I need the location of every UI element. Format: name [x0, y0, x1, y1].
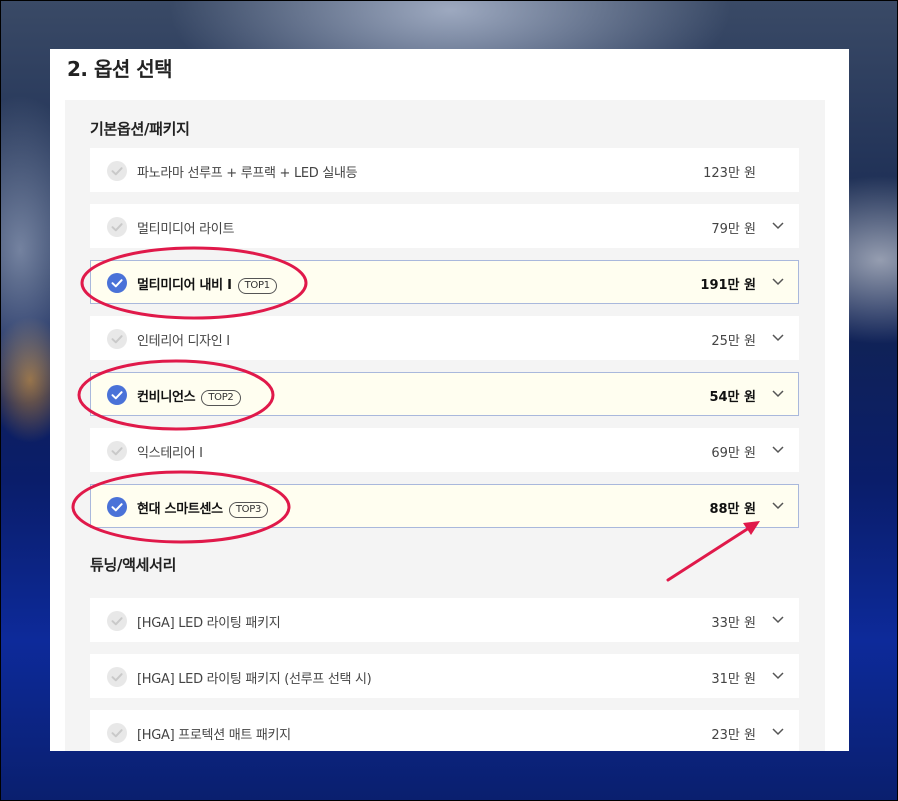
option-price: 33만 원: [711, 616, 756, 631]
option-label: [HGA] LED 라이팅 패키지 (선루프 선택 시): [137, 668, 372, 687]
option-row[interactable]: [HGA] LED 라이팅 패키지 33만 원: [90, 598, 799, 642]
option-label: 인테리어 디자인 I: [137, 330, 230, 349]
option-panel: 2. 옵션 선택 기본옵션/패키지파노라마 선루프 + 루프랙 + LED 실내…: [50, 49, 849, 751]
option-row[interactable]: 인테리어 디자인 I 25만 원: [90, 316, 799, 360]
option-name: [HGA] 프로텍션 매트 패키지: [137, 728, 291, 743]
check-icon[interactable]: [107, 497, 127, 517]
option-label: [HGA] 프로텍션 매트 패키지: [137, 724, 291, 743]
check-icon[interactable]: [107, 329, 127, 349]
option-price: 25만 원: [711, 334, 756, 349]
option-label: 파노라마 선루프 + 루프랙 + LED 실내등: [137, 162, 358, 181]
option-name: 컨비니언스: [137, 390, 196, 405]
check-icon[interactable]: [107, 441, 127, 461]
option-name: [HGA] LED 라이팅 패키지 (선루프 선택 시): [137, 672, 372, 687]
option-row[interactable]: [HGA] LED 라이팅 패키지 (선루프 선택 시) 31만 원: [90, 654, 799, 698]
rank-badge: TOP1: [237, 278, 277, 294]
option-row[interactable]: 익스테리어 I 69만 원: [90, 428, 799, 472]
option-price: 79만 원: [711, 222, 756, 237]
rank-badge: TOP2: [201, 390, 241, 406]
chevron-down-icon[interactable]: [772, 727, 784, 737]
chevron-down-icon[interactable]: [772, 671, 784, 681]
option-label: 익스테리어 I: [137, 442, 203, 461]
option-price: 23만 원: [711, 728, 756, 743]
option-row[interactable]: 현대 스마트센스 TOP3 88만 원: [90, 484, 799, 528]
chevron-down-icon[interactable]: [772, 333, 784, 343]
option-name: 익스테리어 I: [137, 446, 203, 461]
option-price: 31만 원: [711, 672, 756, 687]
option-price: 88만 원: [709, 502, 756, 517]
option-price: 54만 원: [709, 390, 756, 405]
option-name: 멀티미디어 내비 I: [137, 278, 232, 293]
check-icon[interactable]: [107, 273, 127, 293]
group-title: 튜닝/액세서리: [90, 556, 177, 574]
option-name: [HGA] LED 라이팅 패키지: [137, 616, 281, 631]
option-name: 인테리어 디자인 I: [137, 334, 230, 349]
option-price: 123만 원: [703, 166, 756, 181]
section-title: 2. 옵션 선택: [67, 57, 173, 81]
chevron-down-icon[interactable]: [772, 445, 784, 455]
check-icon[interactable]: [107, 161, 127, 181]
check-icon[interactable]: [107, 611, 127, 631]
check-icon[interactable]: [107, 217, 127, 237]
check-icon[interactable]: [107, 723, 127, 743]
option-row[interactable]: 멀티미디어 내비 I TOP1 191만 원: [90, 260, 799, 304]
option-label: [HGA] LED 라이팅 패키지: [137, 612, 281, 631]
option-row[interactable]: [HGA] 프로텍션 매트 패키지 23만 원: [90, 710, 799, 751]
option-label: 멀티미디어 내비 I TOP1: [137, 274, 277, 294]
option-name: 현대 스마트센스: [137, 502, 223, 517]
group-title: 기본옵션/패키지: [90, 120, 190, 138]
option-row[interactable]: 컨비니언스 TOP2 54만 원: [90, 372, 799, 416]
rank-badge: TOP3: [228, 502, 269, 518]
option-row[interactable]: 파노라마 선루프 + 루프랙 + LED 실내등 123만 원: [90, 148, 799, 192]
chevron-down-icon[interactable]: [772, 389, 784, 399]
option-price: 191만 원: [700, 278, 756, 293]
chevron-down-icon[interactable]: [772, 277, 784, 287]
options-container: 기본옵션/패키지파노라마 선루프 + 루프랙 + LED 실내등 123만 원멀티…: [65, 100, 825, 751]
option-label: 멀티미디어 라이트: [137, 218, 234, 237]
check-icon[interactable]: [107, 667, 127, 687]
chevron-down-icon[interactable]: [772, 615, 784, 625]
chevron-down-icon[interactable]: [772, 501, 784, 511]
option-label: 컨비니언스 TOP2: [137, 386, 241, 406]
option-price: 69만 원: [711, 446, 756, 461]
option-label: 현대 스마트센스 TOP3: [137, 498, 269, 518]
check-icon[interactable]: [107, 385, 127, 405]
option-row[interactable]: 멀티미디어 라이트 79만 원: [90, 204, 799, 248]
chevron-down-icon[interactable]: [772, 221, 784, 231]
option-name: 파노라마 선루프 + 루프랙 + LED 실내등: [137, 166, 358, 181]
option-name: 멀티미디어 라이트: [137, 222, 235, 237]
